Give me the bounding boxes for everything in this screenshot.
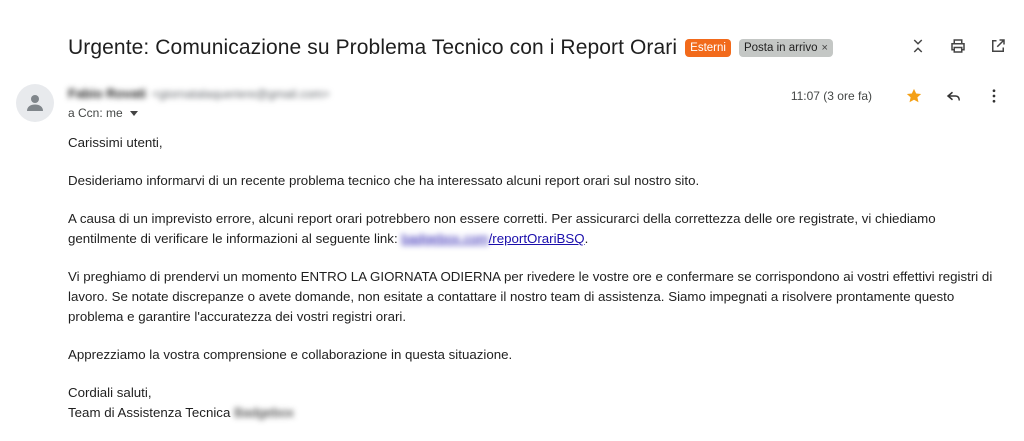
sender-email: <giornatalaqueriere@gmail.com>: [152, 86, 330, 101]
external-label[interactable]: Esterni: [685, 39, 731, 57]
body-paragraph-2: A causa di un imprevisto errore, alcuni …: [68, 209, 1008, 249]
star-icon[interactable]: [904, 86, 924, 106]
body-paragraph-4: Apprezziamo la vostra comprensione e col…: [68, 347, 513, 362]
closing: Cordiali saluti,: [68, 385, 152, 400]
message-meta: 11:07 (3 ore fa): [791, 86, 1004, 106]
signature: Team di Assistenza Tecnica Badgebox: [68, 403, 1008, 423]
thread-actions: [908, 36, 1008, 56]
timestamp: 11:07 (3 ore fa): [790, 89, 872, 103]
email-subject: Urgente: Comunicazione su Problema Tecni…: [68, 36, 678, 59]
reply-icon[interactable]: [944, 86, 964, 106]
inbox-label[interactable]: Posta in arrivo ×: [738, 39, 833, 57]
link-path: /reportOrariBSQ: [488, 231, 585, 246]
recipient-details-caret-icon[interactable]: [129, 110, 138, 116]
sender-avatar[interactable]: [16, 84, 54, 122]
body-paragraph-3: Vi preghiamo di prendervi un momento ENT…: [68, 269, 993, 324]
recipient-row[interactable]: a Ccn: me: [68, 106, 138, 120]
signature-team: Team di Assistenza Tecnica: [68, 405, 235, 420]
open-in-new-icon[interactable]: [988, 36, 1008, 56]
inbox-label-text: Posta in arrivo: [743, 42, 818, 54]
recipient-text: a Ccn: me: [68, 106, 123, 120]
email-body: Carissimi utenti, Desideriamo informarvi…: [68, 133, 1008, 423]
collapse-icon[interactable]: [908, 36, 928, 56]
greeting: Carissimi utenti,: [68, 135, 163, 150]
subject-row: Urgente: Comunicazione su Problema Tecni…: [68, 34, 1014, 62]
remove-label-icon[interactable]: ×: [821, 41, 827, 55]
print-icon[interactable]: [948, 36, 968, 56]
body-paragraph-2-end: .: [584, 231, 589, 246]
more-vert-icon[interactable]: [984, 86, 1004, 106]
link-domain: badgebox.com: [401, 231, 489, 246]
phishing-link[interactable]: badgebox.com/reportOrariBSQ: [401, 231, 584, 246]
person-icon: [27, 95, 43, 111]
sender-name[interactable]: Fabio Rovati: [68, 86, 146, 101]
body-paragraph-1: Desideriamo informarvi di un recente pro…: [68, 173, 700, 188]
sender-row: Fabio Rovati <giornatalaqueriere@gmail.c…: [68, 86, 330, 101]
signature-company: Badgebox: [234, 405, 294, 420]
